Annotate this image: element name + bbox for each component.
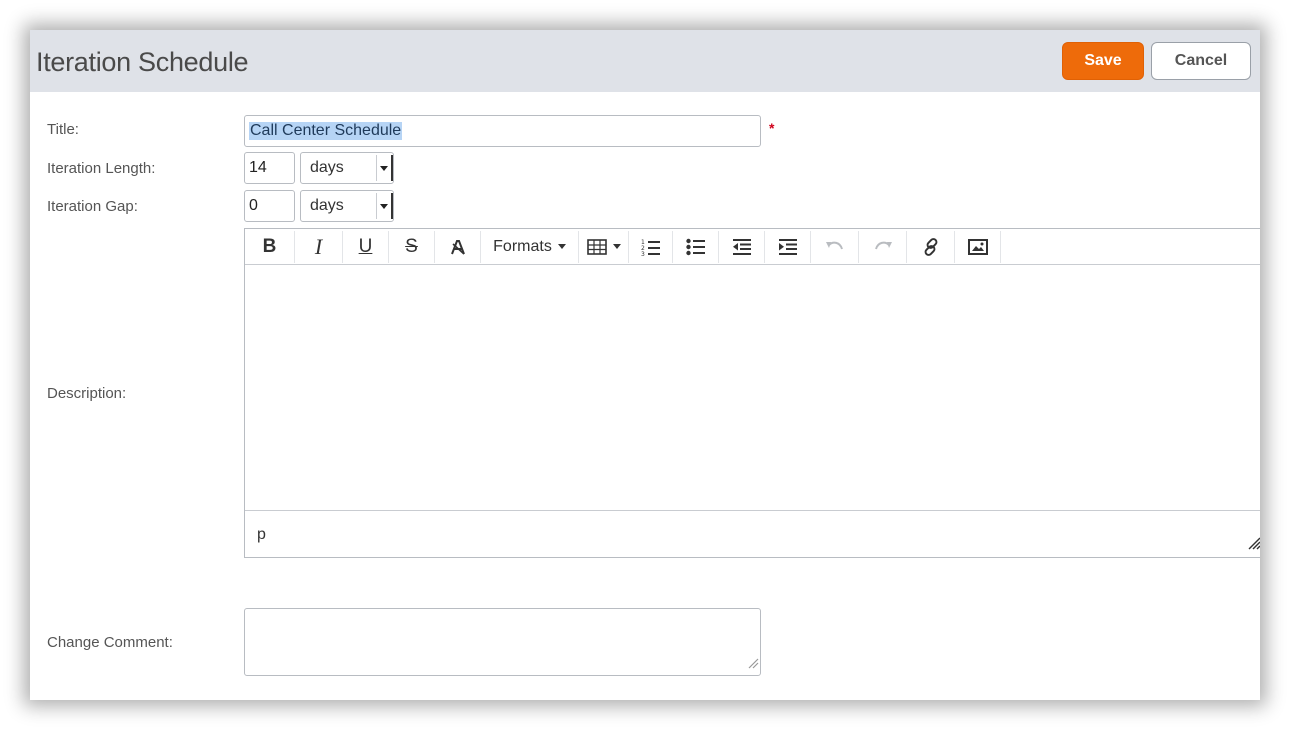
- iteration-gap-label: Iteration Gap:: [47, 198, 138, 215]
- undo-icon[interactable]: [811, 230, 859, 263]
- save-button[interactable]: Save: [1062, 42, 1144, 80]
- caret-down-icon: [557, 244, 566, 249]
- chevron-down-icon: [376, 193, 393, 219]
- resize-handle-icon[interactable]: [747, 656, 759, 674]
- title-label: Title:: [47, 121, 79, 138]
- iteration-gap-unit-value: days: [310, 197, 344, 214]
- redo-icon[interactable]: [859, 230, 907, 263]
- bold-icon[interactable]: B: [245, 230, 295, 263]
- editor-statusbar: p: [245, 510, 1260, 557]
- change-comment-textarea[interactable]: [244, 608, 761, 676]
- link-icon[interactable]: [907, 230, 955, 263]
- formats-dropdown[interactable]: Formats: [481, 230, 579, 263]
- cancel-button[interactable]: Cancel: [1151, 42, 1251, 80]
- bullet-list-icon[interactable]: [673, 230, 719, 263]
- underline-icon[interactable]: U: [343, 230, 389, 263]
- editor-toolbar: B I U S Formats 123: [245, 229, 1260, 265]
- title-input[interactable]: Call Center Schedule: [244, 115, 761, 147]
- iteration-gap-input[interactable]: 0: [244, 190, 295, 222]
- title-value: Call Center Schedule: [249, 122, 403, 140]
- clear-formatting-icon[interactable]: [435, 230, 481, 263]
- iteration-length-input[interactable]: 14: [244, 152, 295, 184]
- svg-text:3: 3: [641, 251, 645, 256]
- chevron-down-icon: [376, 155, 393, 181]
- description-editor[interactable]: B I U S Formats 123 p: [244, 228, 1260, 558]
- resize-handle-icon[interactable]: [1247, 536, 1260, 555]
- element-path[interactable]: p: [257, 526, 266, 544]
- change-comment-label: Change Comment:: [47, 634, 173, 651]
- iteration-length-unit-select[interactable]: days: [300, 152, 394, 184]
- description-label: Description:: [47, 385, 127, 402]
- dialog-header: Iteration Schedule Save Cancel: [30, 30, 1260, 92]
- formats-label: Formats: [493, 237, 552, 255]
- iteration-length-value: 14: [249, 159, 267, 176]
- image-icon[interactable]: [955, 230, 1001, 263]
- page-title: Iteration Schedule: [36, 47, 249, 77]
- iteration-schedule-dialog: Iteration Schedule Save Cancel Title: Ca…: [30, 30, 1260, 700]
- table-icon[interactable]: [579, 230, 629, 263]
- iteration-length-label: Iteration Length:: [47, 160, 156, 177]
- numbered-list-icon[interactable]: 123: [629, 230, 673, 263]
- indent-icon[interactable]: [765, 230, 811, 263]
- italic-icon[interactable]: I: [295, 230, 343, 263]
- iteration-gap-value: 0: [249, 197, 258, 214]
- caret-down-icon: [612, 244, 621, 249]
- outdent-icon[interactable]: [719, 230, 765, 263]
- required-mark: *: [769, 120, 775, 136]
- iteration-length-unit-value: days: [310, 159, 344, 176]
- strikethrough-icon[interactable]: S: [389, 230, 435, 263]
- iteration-gap-unit-select[interactable]: days: [300, 190, 394, 222]
